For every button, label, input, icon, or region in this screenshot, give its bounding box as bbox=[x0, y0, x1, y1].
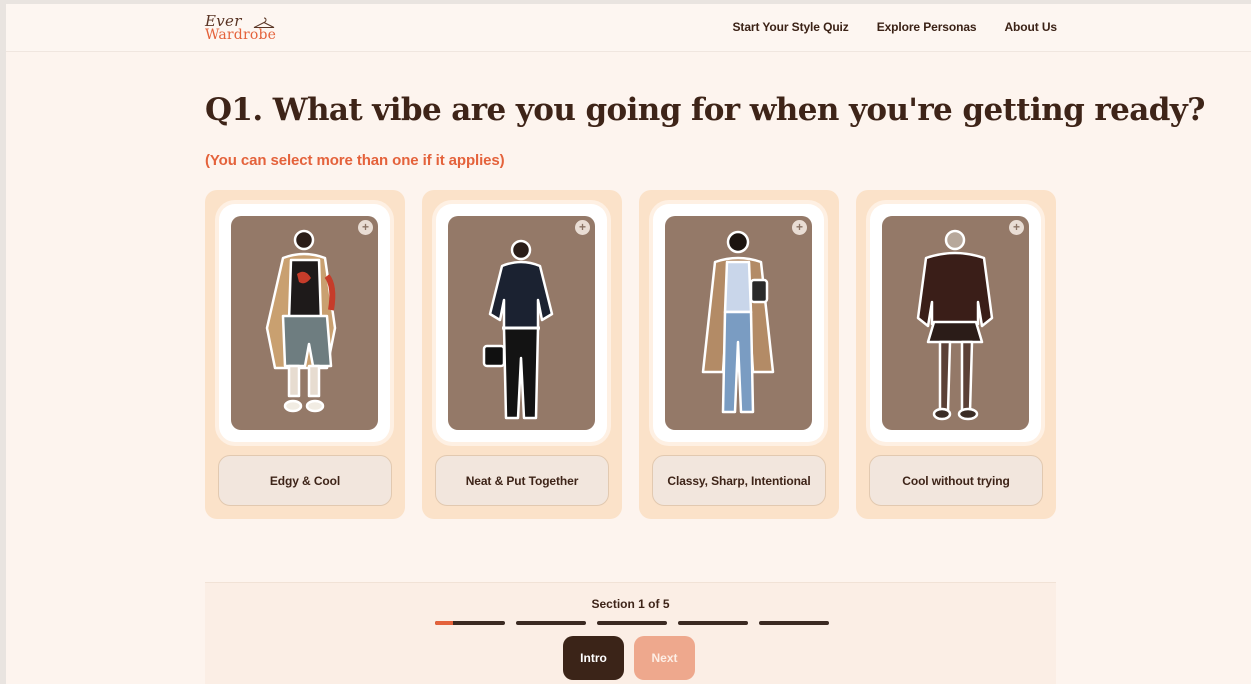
option-card-classy-sharp-intentional[interactable]: + Classy, Sharp, Intentional bbox=[639, 190, 839, 519]
plus-icon[interactable]: + bbox=[358, 220, 373, 235]
outfit-photo-cool-without-trying: + bbox=[882, 216, 1029, 430]
option-cards: + Edgy & Cool + Neat & Put Together + Cl… bbox=[205, 190, 1056, 519]
outfit-figure bbox=[916, 229, 994, 421]
question-subtitle: (You can select more than one if it appl… bbox=[205, 152, 505, 169]
photo-frame: + bbox=[219, 204, 390, 442]
outfit-photo-edgy-cool: + bbox=[231, 216, 378, 430]
option-card-edgy-cool[interactable]: + Edgy & Cool bbox=[205, 190, 405, 519]
outfit-photo-neat-put-together: + bbox=[448, 216, 595, 430]
option-label: Edgy & Cool bbox=[218, 455, 392, 506]
plus-icon[interactable]: + bbox=[575, 220, 590, 235]
nav-explore-personas[interactable]: Explore Personas bbox=[877, 20, 977, 34]
section-indicator: Section 1 of 5 bbox=[591, 597, 670, 611]
photo-frame: + bbox=[436, 204, 607, 442]
outfit-figure bbox=[265, 229, 337, 413]
intro-button[interactable]: Intro bbox=[563, 636, 624, 680]
plus-icon[interactable]: + bbox=[792, 220, 807, 235]
progress-segment-2 bbox=[516, 621, 586, 625]
progress-segment-4 bbox=[678, 621, 748, 625]
ever-wardrobe-logo[interactable]: Ever Wardrobe bbox=[205, 14, 277, 43]
progress-segment-3 bbox=[597, 621, 667, 625]
hanger-icon bbox=[253, 17, 275, 28]
plus-icon[interactable]: + bbox=[1009, 220, 1024, 235]
progress-segment-1-fill bbox=[435, 621, 453, 625]
nav-start-style-quiz[interactable]: Start Your Style Quiz bbox=[733, 20, 849, 34]
section-progress-bar bbox=[435, 621, 829, 625]
nav-about-us[interactable]: About Us bbox=[1004, 20, 1057, 34]
photo-frame: + bbox=[870, 204, 1041, 442]
photo-frame: + bbox=[653, 204, 824, 442]
progress-segment-5 bbox=[759, 621, 829, 625]
quiz-page: Ever Wardrobe Start Your Style Quiz Expl… bbox=[6, 4, 1251, 684]
option-label: Classy, Sharp, Intentional bbox=[652, 455, 826, 506]
main-nav: Start Your Style Quiz Explore Personas A… bbox=[733, 20, 1058, 34]
option-label: Neat & Put Together bbox=[435, 455, 609, 506]
quiz-footer: Section 1 of 5 Intro Next bbox=[205, 582, 1056, 684]
question-title: Q1. What vibe are you going for when you… bbox=[205, 92, 1205, 128]
outfit-figure bbox=[701, 230, 775, 414]
progress-segment-1 bbox=[435, 621, 505, 625]
option-card-neat-put-together[interactable]: + Neat & Put Together bbox=[422, 190, 622, 519]
logo-line-wardrobe: Wardrobe bbox=[205, 27, 277, 43]
option-card-cool-without-trying[interactable]: + Cool without trying bbox=[856, 190, 1056, 519]
outfit-photo-classy-sharp-intentional: + bbox=[665, 216, 812, 430]
site-header: Ever Wardrobe Start Your Style Quiz Expl… bbox=[6, 4, 1251, 52]
outfit-figure bbox=[482, 239, 554, 420]
next-button[interactable]: Next bbox=[634, 636, 695, 680]
option-label: Cool without trying bbox=[869, 455, 1043, 506]
